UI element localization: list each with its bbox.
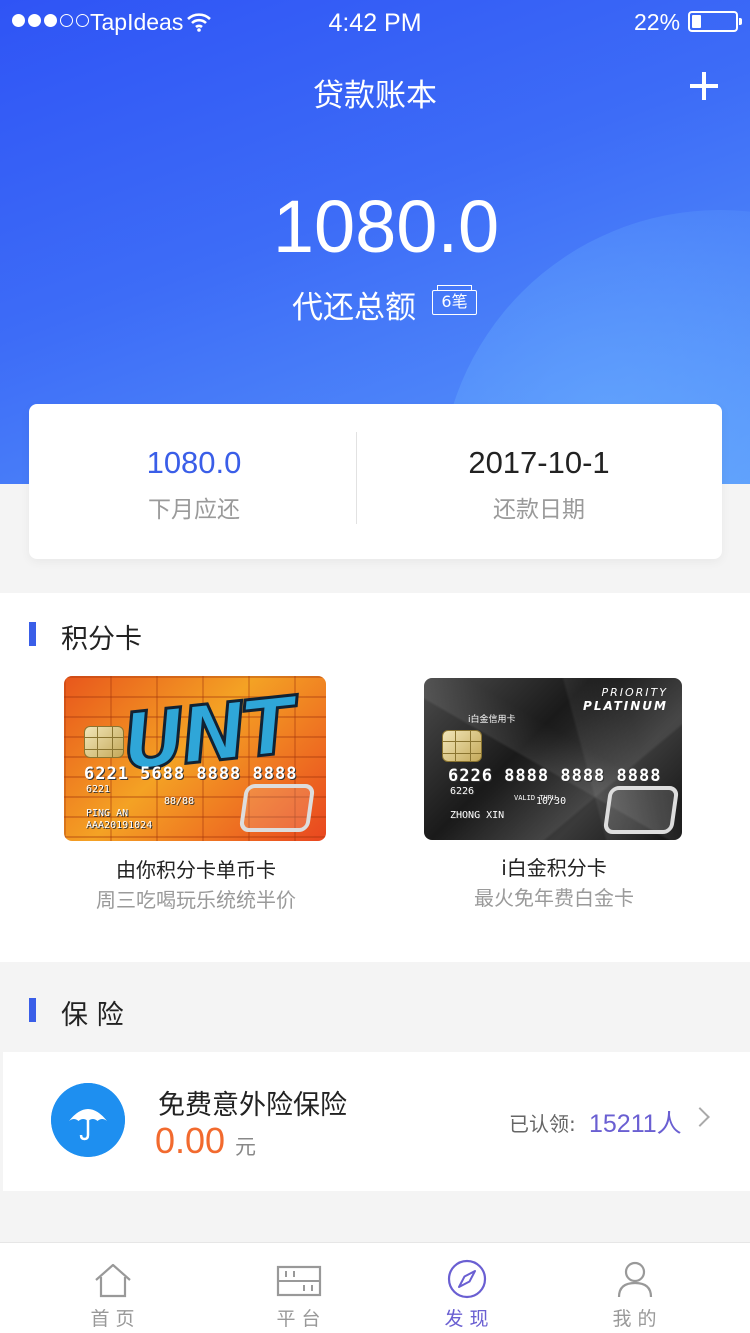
card-desc: 周三吃喝玩乐统统半价 [96,888,296,912]
card-small-text: AAA20191024 [86,820,153,831]
tab-mine[interactable]: 我的 [541,1243,728,1333]
umbrella-icon [51,1083,125,1157]
status-bar: TapIdeas 4:42 PM 22% [0,0,750,44]
card-small-text: 6226 [450,786,475,797]
insurance-name: 免费意外险保险 [158,1090,347,1121]
card-number: 6221 5688 8888 8888 [84,764,298,784]
points-card-item-platinum[interactable]: PRIORITY PLATINUM i白金信用卡 6226 8888 8888 … [424,678,684,918]
tab-platform[interactable]: 平台 [205,1243,392,1333]
card-window [602,786,680,834]
tab-home[interactable]: 首页 [19,1243,206,1333]
next-month-amount: 1080.0 [146,445,242,480]
points-cards-section: 积分卡 UNT 6221 6221 5688 8888 8888 88/88 P… [0,593,750,962]
total-amount: 1080.0 [272,185,500,268]
battery-icon [688,11,742,32]
points-card-item-unt[interactable]: UNT 6221 6221 5688 8888 8888 88/88 PING … [64,676,328,916]
repayment-summary-card: 1080.0 下月应还 2017-10-1 还款日期 [29,404,722,559]
repay-date: 2017-10-1 [468,445,610,480]
tab-discover[interactable]: 发现 [373,1243,560,1333]
tab-label: 我的 [612,1308,663,1330]
section-accent-bar [29,998,36,1022]
repay-date-label: 还款日期 [493,497,585,523]
insurance-title: 保 险 [61,1000,124,1031]
card-expiry-text: 10/30 [536,796,567,807]
claimed-label: 已认领: [509,1112,576,1136]
tab-label: 发现 [444,1308,495,1330]
card-name: 由你积分卡单币卡 [116,858,276,882]
add-loan-button[interactable] [684,66,724,106]
page-title: 贷款账本 [313,78,437,114]
card-chip-icon [84,726,124,758]
loan-count-badge: 6笔 [432,285,477,315]
card-name: i白金积分卡 [501,856,607,880]
section-accent-bar [29,622,36,646]
abacus-icon [276,1265,322,1297]
platinum-card-image: PRIORITY PLATINUM i白金信用卡 6226 8888 8888 … [424,678,682,840]
summary-divider [356,432,357,524]
card-small-text: 88/88 [164,796,195,807]
card-holder-text: PING AN [86,808,129,819]
card-chip-icon [442,730,482,762]
total-amount-label: 代还总额 [292,290,416,326]
insurance-price-unit: 元 [235,1135,256,1159]
chevron-right-icon [690,1107,710,1127]
user-icon [617,1261,653,1298]
tab-label: 首页 [90,1308,141,1330]
tab-label: 平台 [276,1308,327,1330]
tab-bar: 首页 平台 发现 我的 [0,1242,750,1333]
claimed-count: 15211人 [589,1110,682,1138]
unt-card-image: UNT 6221 6221 5688 8888 8888 88/88 PING … [64,676,326,841]
next-month-label: 下月应还 [148,497,240,523]
repay-date-column: 2017-10-1 还款日期 [409,444,669,524]
battery-percent: 22% [634,9,681,35]
card-window [238,784,316,832]
platinum-bank-name: i白金信用卡 [468,715,516,725]
home-icon [95,1263,131,1298]
card-small-text: 6221 [86,784,111,795]
platinum-brand: PRIORITY PLATINUM [583,686,668,713]
card-number: 6226 8888 8888 8888 [448,766,662,786]
compass-icon [447,1259,487,1299]
points-cards-title: 积分卡 [61,624,142,655]
insurance-price: 0.00 [155,1120,226,1161]
insurance-item[interactable]: 免费意外险保险 0.00 元 已认领: 15211人 [3,1052,750,1191]
next-month-column: 1080.0 下月应还 [94,444,294,524]
card-holder-text: ZHONG XIN [450,810,505,821]
card-desc: 最火免年费白金卡 [474,886,634,910]
